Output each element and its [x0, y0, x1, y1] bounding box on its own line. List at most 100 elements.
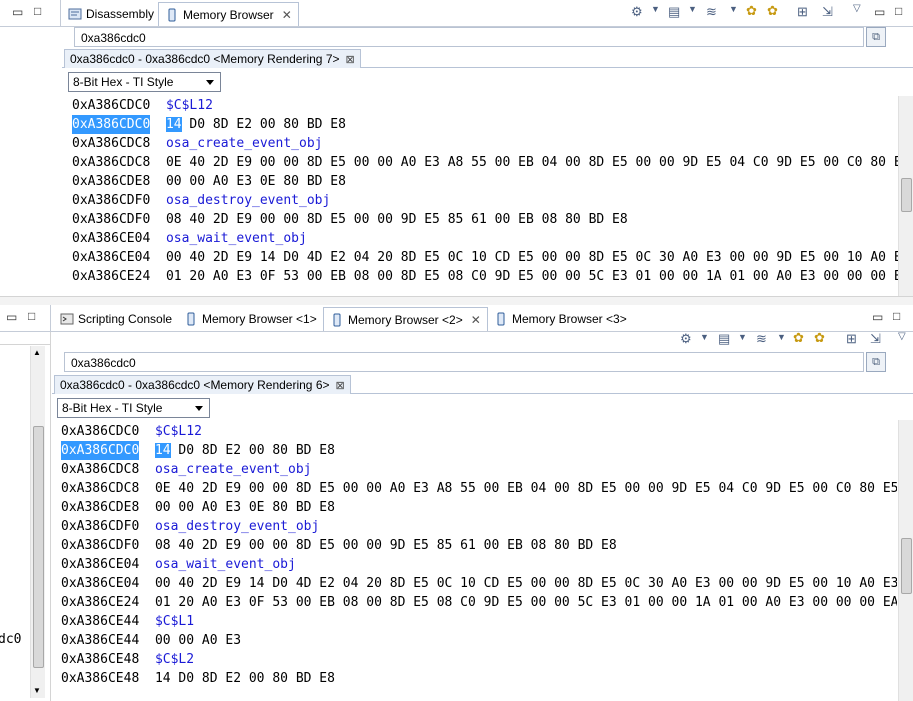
symbol-row[interactable]: 0xA386CE04 osa_wait_event_obj [72, 229, 307, 248]
byte-values[interactable]: 00 00 A0 E3 0E 80 BD E8 [155, 500, 335, 515]
byte-values[interactable]: D0 8D E2 00 80 BD E8 [178, 443, 335, 458]
byte-values[interactable]: D0 8D E2 00 80 BD E8 [189, 117, 346, 132]
symbol-label[interactable]: osa_destroy_event_obj [155, 519, 319, 534]
symbol-label[interactable]: osa_create_event_obj [155, 462, 312, 477]
selected-byte[interactable]: 14 [154, 443, 171, 458]
dropdown-icon[interactable]: ▼ [700, 332, 709, 342]
address-cell[interactable]: 0xA386CE04 [61, 574, 139, 593]
rendering-tab[interactable]: 0xa386cdc0 - 0xa386cdc0 <Memory Renderin… [54, 375, 351, 394]
address-cell[interactable]: 0xA386CDF0 [61, 517, 139, 536]
new-tab-icon[interactable]: ⊞ [846, 331, 857, 347]
tab-memory-browser-1[interactable]: Memory Browser <1> [178, 308, 323, 330]
sync-icon[interactable]: ✿ [767, 3, 778, 19]
tab-memory-browser[interactable]: Memory Browser ✕ [158, 2, 299, 26]
maximize-icon[interactable]: □ [28, 309, 35, 323]
address-cell[interactable]: 0xA386CDC0 [72, 115, 151, 134]
symbol-label[interactable]: osa_destroy_event_obj [166, 193, 330, 208]
view-menu-icon[interactable]: ▽ [898, 331, 906, 342]
address-cell[interactable]: 0xA386CE48 [61, 650, 139, 669]
byte-values[interactable]: 01 20 A0 E3 0F 53 00 EB 08 00 8D E5 08 C… [155, 595, 897, 610]
pin-button[interactable]: ⧉ [866, 352, 886, 372]
address-cell[interactable]: 0xA386CE44 [61, 612, 139, 631]
rendering-tab[interactable]: 0xa386cdc0 - 0xa386cdc0 <Memory Renderin… [64, 49, 361, 68]
address-cell[interactable]: 0xA386CDF0 [61, 536, 139, 555]
symbol-label[interactable]: osa_wait_event_obj [166, 231, 307, 246]
connect-icon[interactable]: ⚙ [680, 331, 692, 347]
close-icon[interactable]: ✕ [471, 313, 481, 327]
symbol-row[interactable]: 0xA386CDC8 osa_create_event_obj [61, 460, 311, 479]
tab-memory-browser-2[interactable]: Memory Browser <2> ✕ [323, 307, 488, 331]
sync-icon[interactable]: ✿ [814, 330, 825, 346]
minimize-icon[interactable]: ▭ [6, 310, 17, 324]
refresh-icon[interactable]: ✿ [793, 330, 804, 346]
symbol-label[interactable]: osa_create_event_obj [166, 136, 323, 151]
memory-row[interactable]: 0xA386CE04 00 40 2D E9 14 D0 4D E2 04 20… [61, 574, 897, 593]
byte-values[interactable]: 00 00 A0 E3 0E 80 BD E8 [166, 174, 346, 189]
byte-values[interactable]: 00 40 2D E9 14 D0 4D E2 04 20 8D E5 0C 1… [155, 576, 897, 591]
dropdown-icon[interactable]: ▼ [729, 4, 738, 14]
memory-row[interactable]: 0xA386CDC0 14 D0 8D E2 00 80 BD E8 [61, 441, 335, 460]
address-cell[interactable]: 0xA386CDC0 [72, 96, 150, 115]
close-icon[interactable]: ⊠ [346, 53, 355, 66]
symbol-row[interactable]: 0xA386CDF0 osa_destroy_event_obj [72, 191, 330, 210]
memory-row[interactable]: 0xA386CE24 01 20 A0 E3 0F 53 00 EB 08 00… [61, 593, 897, 612]
byte-values[interactable]: 0E 40 2D E9 00 00 8D E5 00 00 A0 E3 A8 5… [166, 155, 898, 170]
byte-values[interactable]: 01 20 A0 E3 0F 53 00 EB 08 00 8D E5 08 C… [166, 269, 898, 284]
address-cell[interactable]: 0xA386CDC8 [72, 134, 150, 153]
left-vertical-scrollbar[interactable]: ▲ ▼ [30, 346, 45, 698]
tab-disassembly[interactable]: Disassembly [62, 3, 160, 25]
symbol-label[interactable]: $C$L2 [155, 652, 194, 667]
address-input[interactable]: 0xa386cdc0 [64, 352, 864, 372]
address-cell[interactable]: 0xA386CE04 [61, 555, 139, 574]
symbol-label[interactable]: $C$L12 [155, 424, 202, 439]
dropdown-icon[interactable]: ▼ [738, 332, 747, 342]
memory-row[interactable]: 0xA386CE24 01 20 A0 E3 0F 53 00 EB 08 00… [72, 267, 898, 286]
symbol-label[interactable]: $C$L1 [155, 614, 194, 629]
format-select[interactable]: 8-Bit Hex - TI Style [68, 72, 221, 92]
memory-row[interactable]: 0xA386CDC0 14 D0 8D E2 00 80 BD E8 [72, 115, 346, 134]
maximize-icon[interactable]: □ [893, 309, 900, 323]
tab-scripting-console[interactable]: Scripting Console [54, 308, 178, 330]
close-icon[interactable]: ⊠ [336, 379, 345, 392]
symbol-row[interactable]: 0xA386CE44 $C$L1 [61, 612, 194, 631]
save-memory-icon[interactable]: ≋ [706, 4, 717, 20]
minimize-icon[interactable]: ▭ [872, 310, 883, 324]
byte-values[interactable]: 08 40 2D E9 00 00 8D E5 00 00 9D E5 85 6… [155, 538, 617, 553]
address-cell[interactable]: 0xA386CDC8 [72, 153, 150, 172]
connect-icon[interactable]: ⚙ [631, 4, 643, 20]
byte-values[interactable]: 0E 40 2D E9 00 00 8D E5 00 00 A0 E3 A8 5… [155, 481, 897, 496]
address-input[interactable]: 0xa386cdc0 [74, 27, 864, 47]
scroll-down-icon[interactable]: ▼ [33, 686, 41, 695]
address-cell[interactable]: 0xA386CE48 [61, 669, 139, 688]
close-icon[interactable]: ✕ [282, 8, 292, 22]
memory-row[interactable]: 0xA386CE44 00 00 A0 E3 [61, 631, 241, 650]
symbol-row[interactable]: 0xA386CE04 osa_wait_event_obj [61, 555, 296, 574]
memory-map-icon[interactable]: ▤ [668, 4, 680, 20]
pin-button[interactable]: ⧉ [866, 27, 886, 47]
address-cell[interactable]: 0xA386CDC8 [61, 460, 139, 479]
scrollbar-thumb[interactable] [901, 538, 912, 594]
memory-row[interactable]: 0xA386CDE8 00 00 A0 E3 0E 80 BD E8 [61, 498, 335, 517]
symbol-row[interactable]: 0xA386CDF0 osa_destroy_event_obj [61, 517, 319, 536]
maximize-icon[interactable]: □ [895, 4, 902, 18]
memory-map-icon[interactable]: ▤ [718, 331, 730, 347]
scrollbar-thumb[interactable] [33, 426, 44, 668]
format-select[interactable]: 8-Bit Hex - TI Style [57, 398, 210, 418]
memory-row[interactable]: 0xA386CE04 00 40 2D E9 14 D0 4D E2 04 20… [72, 248, 898, 267]
minimize-icon[interactable]: ▭ [12, 5, 23, 19]
vertical-scrollbar[interactable] [898, 96, 913, 296]
byte-values[interactable]: 00 40 2D E9 14 D0 4D E2 04 20 8D E5 0C 1… [166, 250, 898, 265]
memory-row[interactable]: 0xA386CE48 14 D0 8D E2 00 80 BD E8 [61, 669, 335, 688]
import-icon[interactable]: ⇲ [870, 331, 881, 347]
save-memory-icon[interactable]: ≋ [756, 331, 767, 347]
address-cell[interactable]: 0xA386CDF0 [72, 210, 150, 229]
memory-row[interactable]: 0xA386CDC8 0E 40 2D E9 00 00 8D E5 00 00… [72, 153, 898, 172]
vertical-scrollbar[interactable] [898, 420, 913, 701]
address-cell[interactable]: 0xA386CE24 [61, 593, 139, 612]
symbol-row[interactable]: 0xA386CDC0 $C$L12 [61, 422, 202, 441]
address-cell[interactable]: 0xA386CDC8 [61, 479, 139, 498]
address-cell[interactable]: 0xA386CDE8 [61, 498, 139, 517]
byte-values[interactable]: 00 00 A0 E3 [155, 633, 241, 648]
address-cell[interactable]: 0xA386CE44 [61, 631, 139, 650]
scrollbar-thumb[interactable] [901, 178, 912, 212]
